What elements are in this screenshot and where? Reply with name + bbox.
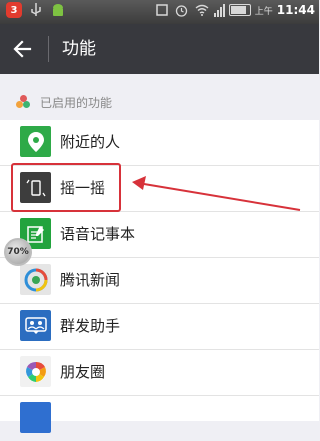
page-title: 功能 <box>62 39 96 59</box>
list-item-nearby-people[interactable]: 附近的人 <box>0 120 319 166</box>
list-item-partial[interactable] <box>0 396 319 441</box>
list-item-moments[interactable]: 朋友圈 <box>0 350 319 396</box>
status-ampm: 上午 <box>254 6 273 17</box>
group-send-icon <box>20 310 51 341</box>
list-item-label: 语音记事本 <box>60 225 136 243</box>
list-item-label: 群发助手 <box>60 317 121 335</box>
moments-icon <box>20 356 51 387</box>
battery-icon <box>228 4 251 16</box>
alarm-icon <box>174 2 190 18</box>
notification-badge: 3 <box>6 2 22 18</box>
list-item-voice-notepad[interactable]: 语音记事本 <box>0 212 319 258</box>
tencent-news-icon <box>20 264 51 295</box>
list-item-label: 附近的人 <box>60 133 121 151</box>
floating-badge[interactable]: 70% <box>4 238 32 266</box>
status-bar: 3 上午 11:44 <box>0 0 319 24</box>
list-item-group-send[interactable]: 群发助手 <box>0 304 319 350</box>
location-pin-icon <box>20 126 51 157</box>
usb-icon <box>28 2 44 18</box>
partial-item-icon <box>20 402 51 433</box>
list-item-label: 朋友圈 <box>60 363 106 381</box>
section-header: 已启用的功能 <box>0 88 319 116</box>
list-item-label: 腾讯新闻 <box>60 271 121 289</box>
signal-icon <box>213 3 225 17</box>
android-icon <box>50 2 66 18</box>
screenshot-icon <box>154 2 170 18</box>
list-item-tencent-news[interactable]: 腾讯新闻 <box>0 258 319 304</box>
title-bar: 功能 <box>0 24 319 74</box>
wifi-icon <box>194 2 210 18</box>
back-arrow-icon[interactable] <box>10 36 36 62</box>
dots-icon <box>16 95 32 109</box>
title-divider <box>48 36 49 62</box>
highlight-box <box>11 163 121 212</box>
section-label: 已启用的功能 <box>40 95 113 110</box>
status-time: 11:44 <box>276 3 315 17</box>
